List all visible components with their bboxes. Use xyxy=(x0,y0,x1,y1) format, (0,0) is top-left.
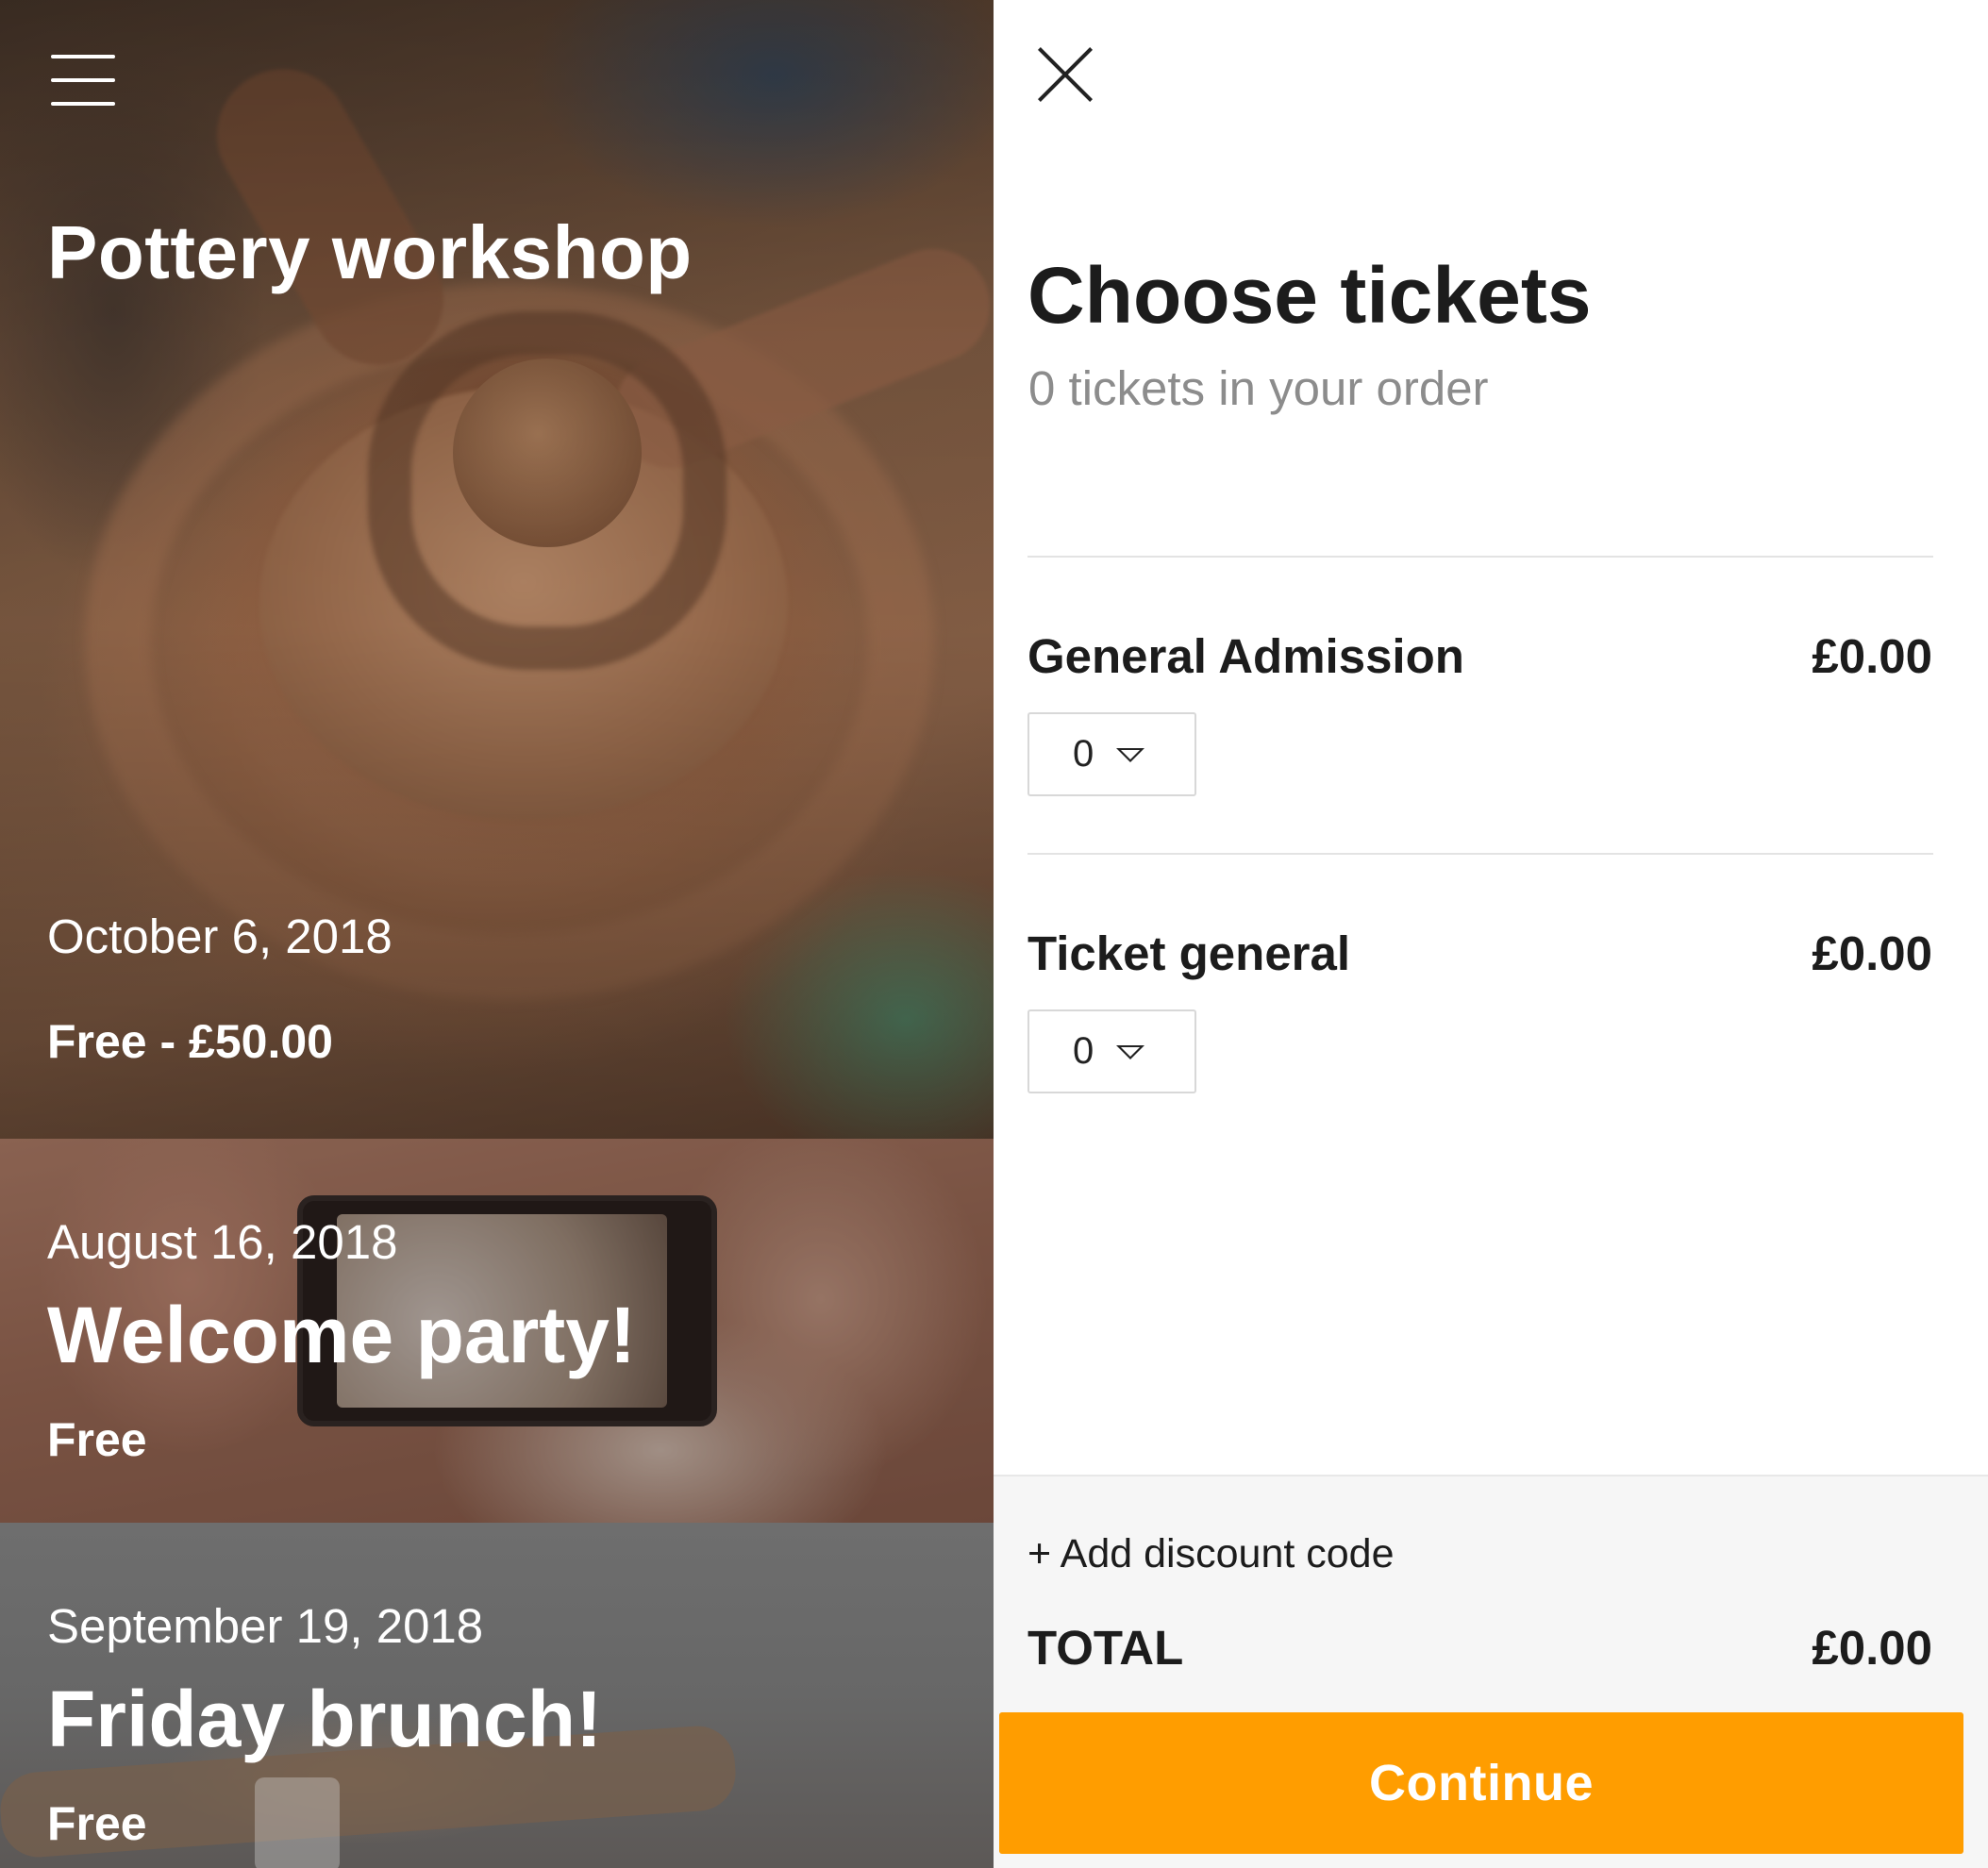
event-name: Welcome party! xyxy=(47,1291,636,1379)
ticket-quantity-select[interactable]: 0 xyxy=(1027,1009,1196,1093)
ticket-price: £0.00 xyxy=(1812,926,1932,980)
chevron-down-icon xyxy=(1116,1045,1144,1059)
event-list-panel: Pottery workshop October 6, 2018 Free - … xyxy=(0,0,994,1868)
event-date: August 16, 2018 xyxy=(47,1215,398,1269)
featured-event-title: Pottery workshop xyxy=(47,210,693,294)
featured-event-date: October 6, 2018 xyxy=(47,909,393,963)
menu-icon[interactable] xyxy=(51,55,115,106)
event-price: Free xyxy=(47,1413,147,1466)
chevron-down-icon xyxy=(1116,748,1144,762)
panel-title: Choose tickets xyxy=(1027,251,1592,340)
event-name: Friday brunch! xyxy=(47,1675,603,1763)
divider xyxy=(1027,853,1933,855)
ticket-name: General Admission xyxy=(1027,629,1464,683)
total-label: TOTAL xyxy=(1027,1621,1184,1675)
continue-button[interactable]: Continue xyxy=(999,1712,1963,1854)
ticket-price: £0.00 xyxy=(1812,629,1932,683)
order-count: 0 tickets in your order xyxy=(1028,361,1489,415)
ticket-quantity-select[interactable]: 0 xyxy=(1027,712,1196,796)
divider xyxy=(1027,556,1933,558)
ticket-quantity-value: 0 xyxy=(1073,733,1094,775)
event-image-glass xyxy=(255,1777,340,1868)
order-footer: + Add discount code TOTAL £0.00 Continue xyxy=(994,1475,1988,1868)
featured-event-card[interactable]: Pottery workshop October 6, 2018 Free - … xyxy=(0,0,994,1139)
event-price: Free xyxy=(47,1797,147,1850)
event-card[interactable]: August 16, 2018 Welcome party! Free xyxy=(0,1139,994,1523)
featured-event-price: Free - £50.00 xyxy=(47,1015,333,1068)
event-date: September 19, 2018 xyxy=(47,1599,484,1653)
ticket-selection-panel: Choose tickets 0 tickets in your order G… xyxy=(994,0,1988,1868)
event-card[interactable]: September 19, 2018 Friday brunch! Free xyxy=(0,1523,994,1868)
ticket-name: Ticket general xyxy=(1027,926,1351,980)
hero-image-overlay xyxy=(0,0,994,1139)
total-value: £0.00 xyxy=(1812,1621,1932,1675)
add-discount-code-link[interactable]: + Add discount code xyxy=(1027,1531,1395,1577)
ticket-quantity-value: 0 xyxy=(1073,1030,1094,1072)
close-icon[interactable] xyxy=(1036,45,1094,104)
